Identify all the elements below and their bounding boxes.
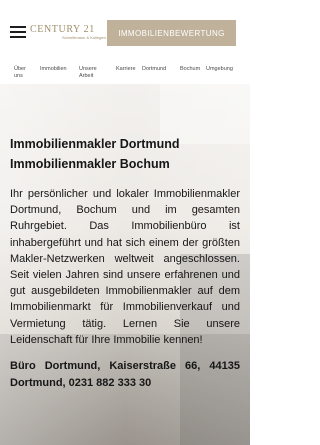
- nav-item-unsere-arbeit[interactable]: Unsere Arbeit: [79, 66, 103, 80]
- intro-paragraph: Ihr persönlicher und lokaler Immobilienm…: [10, 188, 240, 346]
- nav-item-bochum[interactable]: Bochum: [180, 66, 200, 73]
- nav-item-dortmund[interactable]: Dortmund: [142, 66, 166, 73]
- office-contact: Büro Dortmund, Kaiserstraße 66, 44135 Do…: [10, 360, 240, 389]
- nav-item-immobilien[interactable]: Immobilien: [40, 66, 67, 73]
- century21-logo[interactable]: CENTURY 21 Schmittmann & Kollegen: [30, 24, 106, 41]
- property-valuation-button[interactable]: IMMOBILIENBEWERTUNG: [107, 20, 236, 46]
- nav-item-karriere[interactable]: Karriere: [116, 66, 136, 73]
- headline-bochum: Immobilienmakler Bochum: [10, 157, 170, 171]
- hero-content: Immobilienmakler Dortmund Immobilienmakl…: [10, 134, 240, 391]
- nav-item-umgebung[interactable]: Umgebung: [206, 66, 233, 73]
- headline-dortmund: Immobilienmakler Dortmund: [10, 137, 180, 151]
- main-navigation: Über uns Immobilien Unsere Arbeit Karrie…: [0, 62, 250, 84]
- hamburger-menu-icon[interactable]: [10, 26, 26, 38]
- logo-wordmark: CENTURY 21: [30, 24, 95, 35]
- hero-section: Immobilienmakler Dortmund Immobilienmakl…: [0, 84, 250, 445]
- site-header: CENTURY 21 Schmittmann & Kollegen IMMOBI…: [0, 0, 250, 62]
- logo-subtitle: Schmittmann & Kollegen: [62, 35, 106, 40]
- nav-item-ueber-uns[interactable]: Über uns: [14, 66, 26, 80]
